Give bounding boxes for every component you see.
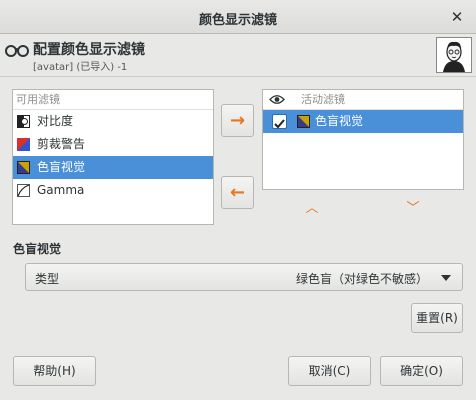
glasses-icon [5,45,29,57]
deficiency-type-select[interactable]: 类型 绿色盲（对绿色不敏感） [25,263,463,291]
checkmark-icon [274,119,285,129]
move-up-button[interactable]: ︿ [302,202,322,216]
ok-button-label: 确定(O) [400,364,443,378]
ok-button[interactable]: 确定(O) [380,356,463,386]
available-filter-label: Gamma [37,183,85,197]
available-filter-label: 对比度 [37,114,74,128]
deficiency-type-label: 类型 [35,272,60,286]
avatar-portrait-icon [437,38,471,72]
available-filter-item[interactable]: 剪裁警告 [13,133,213,156]
active-filters-header: 活动滤镜 [263,90,463,110]
remove-filter-button[interactable]: ← [221,176,254,209]
window-title: 颜色显示滤镜 [198,13,277,28]
add-filter-button[interactable]: → [221,104,254,137]
clip-warning-icon [17,138,30,151]
close-icon[interactable]: ✕ [448,8,466,26]
available-filter-label: 剪裁警告 [37,137,86,151]
dialog-header: 配置颜色显示滤镜 [avatar] (已导入) -1 [0,34,476,77]
filter-settings-heading: 色盲视觉 [13,242,62,256]
color-deficient-icon [17,161,30,174]
deficiency-type-value: 绿色盲（对绿色不敏感） [295,272,428,286]
eye-icon [269,95,285,104]
color-deficient-icon [297,115,310,128]
window-titlebar: 颜色显示滤镜 ✕ [0,0,476,34]
avatar [436,37,472,73]
dialog-heading: 配置颜色显示滤镜 [33,42,145,58]
help-button[interactable]: 帮助(H) [13,356,96,386]
available-filter-item[interactable]: 对比度 [13,110,213,133]
active-filters-list: 活动滤镜 色盲视觉 [262,89,464,190]
arrow-right-icon: → [229,110,246,131]
contrast-icon [17,115,30,128]
available-filter-label: 色盲视觉 [37,160,86,174]
move-down-button[interactable]: ﹀ [403,202,423,216]
cancel-button[interactable]: 取消(C) [288,356,371,386]
dropdown-arrow-icon [441,275,451,281]
available-filters-list: 可用滤镜 对比度 剪裁警告 色盲视觉 Gamma [12,89,214,225]
arrow-left-icon: ← [229,182,246,203]
active-filters-heading: 活动滤镜 [301,93,345,106]
reset-button-label: 重置(R) [416,311,458,325]
chevron-down-icon: ﹀ [406,201,420,216]
image-name: [avatar] (已导入) -1 [33,62,128,73]
gamma-icon [17,184,30,197]
cancel-button-label: 取消(C) [308,364,351,378]
chevron-up-icon: ︿ [305,201,319,216]
available-filters-heading: 可用滤镜 [13,90,213,110]
filter-enabled-checkbox[interactable] [272,114,287,129]
active-filter-label: 色盲视觉 [315,114,364,128]
active-filter-item[interactable]: 色盲视觉 [263,110,463,133]
reset-button[interactable]: 重置(R) [411,303,463,333]
available-filter-item[interactable]: 色盲视觉 [13,156,213,179]
help-button-label: 帮助(H) [33,364,76,378]
available-filter-item[interactable]: Gamma [13,179,213,202]
